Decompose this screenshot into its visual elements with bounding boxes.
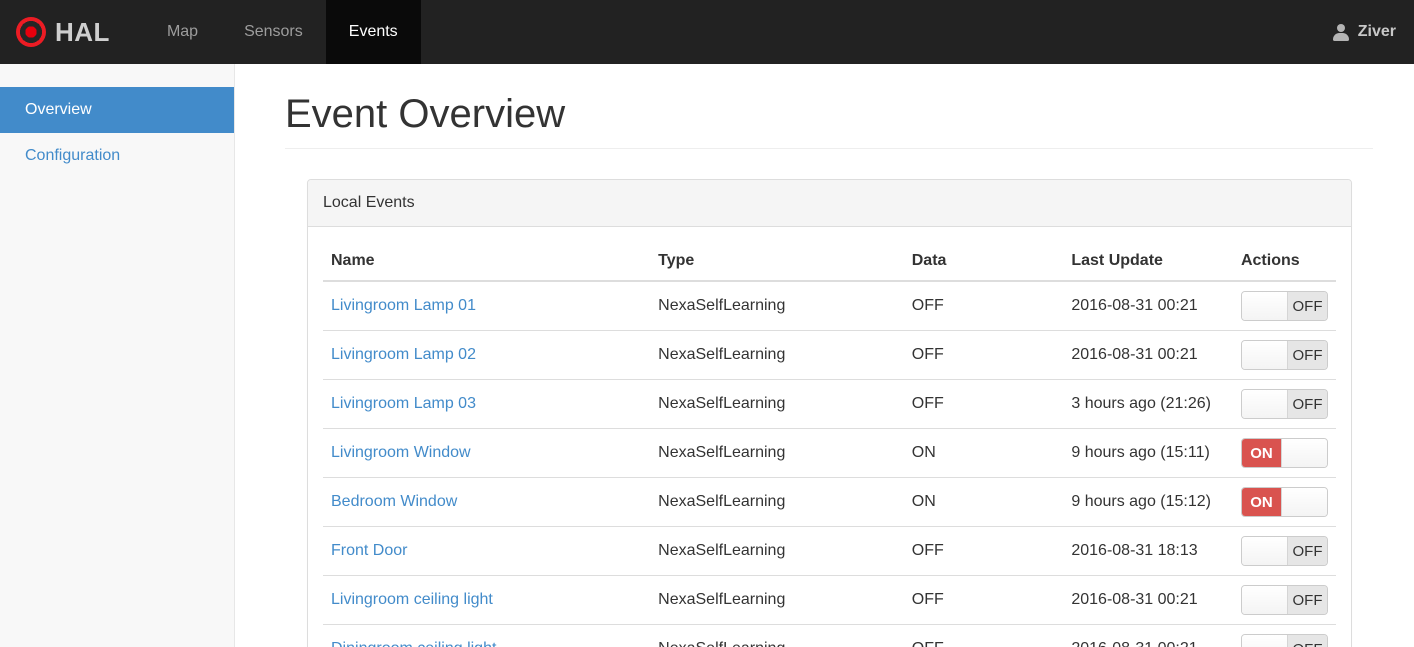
column-header-name: Name bbox=[323, 242, 651, 282]
event-toggle-switch[interactable]: OFF bbox=[1241, 389, 1328, 419]
event-data: OFF bbox=[903, 280, 1064, 331]
table-row: Livingroom ceiling light NexaSelfLearnin… bbox=[323, 575, 1336, 625]
table-header-row: Name Type Data Last Update Actions bbox=[323, 242, 1336, 282]
nav-item-sensors[interactable]: Sensors bbox=[221, 0, 326, 64]
event-name-link[interactable]: Livingroom Window bbox=[331, 444, 471, 461]
switch-handle[interactable] bbox=[1281, 439, 1327, 467]
event-last-update: 2016-08-31 00:21 bbox=[1063, 575, 1233, 625]
switch-state-label: OFF bbox=[1288, 635, 1327, 647]
brand[interactable]: HAL bbox=[0, 0, 128, 64]
event-type: NexaSelfLearning bbox=[650, 379, 904, 429]
column-header-type: Type bbox=[650, 242, 904, 282]
table-row: Livingroom Lamp 02 NexaSelfLearning OFF … bbox=[323, 330, 1336, 380]
column-header-actions: Actions bbox=[1232, 242, 1336, 282]
event-toggle-switch[interactable]: OFF bbox=[1241, 585, 1328, 615]
top-navbar: HAL Map Sensors Events Ziver bbox=[0, 0, 1414, 64]
event-toggle-switch[interactable]: ON bbox=[1241, 438, 1328, 468]
page-title: Event Overview bbox=[285, 92, 566, 136]
event-last-update: 9 hours ago (15:12) bbox=[1063, 477, 1233, 527]
person-icon bbox=[1333, 23, 1350, 41]
event-data: OFF bbox=[903, 526, 1064, 576]
switch-state-label: OFF bbox=[1288, 292, 1327, 320]
event-name-link[interactable]: Livingroom Lamp 03 bbox=[331, 395, 476, 412]
event-toggle-switch[interactable]: OFF bbox=[1241, 340, 1328, 370]
event-name-link[interactable]: Bedroom Window bbox=[331, 493, 457, 510]
switch-state-label: OFF bbox=[1288, 341, 1327, 369]
event-data: OFF bbox=[903, 624, 1064, 647]
event-data: ON bbox=[903, 428, 1064, 478]
event-toggle-switch[interactable]: OFF bbox=[1241, 291, 1328, 321]
switch-handle[interactable] bbox=[1242, 537, 1288, 565]
switch-handle[interactable] bbox=[1242, 390, 1288, 418]
sidebar-item-overview[interactable]: Overview bbox=[0, 87, 234, 133]
table-row: Livingroom Lamp 03 NexaSelfLearning OFF … bbox=[323, 379, 1336, 429]
panel-title: Local Events bbox=[308, 180, 1351, 227]
event-last-update: 2016-08-31 00:21 bbox=[1063, 280, 1233, 331]
event-name-link[interactable]: Livingroom Lamp 02 bbox=[331, 346, 476, 363]
column-header-last-update: Last Update bbox=[1063, 242, 1233, 282]
main-nav: Map Sensors Events bbox=[144, 0, 421, 64]
event-name-link[interactable]: Diningroom ceiling light bbox=[331, 640, 496, 647]
event-type: NexaSelfLearning bbox=[650, 526, 904, 576]
local-events-panel: Local Events Name Type Data Last Update … bbox=[307, 179, 1352, 647]
switch-handle[interactable] bbox=[1242, 341, 1288, 369]
event-type: NexaSelfLearning bbox=[650, 575, 904, 625]
event-last-update: 2016-08-31 00:21 bbox=[1063, 330, 1233, 380]
column-header-data: Data bbox=[903, 242, 1064, 282]
event-type: NexaSelfLearning bbox=[650, 477, 904, 527]
brand-label: HAL bbox=[55, 16, 110, 47]
hal-logo-icon bbox=[16, 17, 46, 47]
page-header: Event Overview bbox=[285, 90, 1373, 149]
event-name-link[interactable]: Front Door bbox=[331, 542, 407, 559]
event-name-link[interactable]: Livingroom ceiling light bbox=[331, 591, 493, 608]
switch-state-label: OFF bbox=[1288, 586, 1327, 614]
table-row: Livingroom Lamp 01 NexaSelfLearning OFF … bbox=[323, 280, 1336, 331]
switch-state-label: ON bbox=[1242, 488, 1281, 516]
event-data: OFF bbox=[903, 575, 1064, 625]
event-data: OFF bbox=[903, 379, 1064, 429]
event-type: NexaSelfLearning bbox=[650, 330, 904, 380]
switch-state-label: ON bbox=[1242, 439, 1281, 467]
event-last-update: 9 hours ago (15:11) bbox=[1063, 428, 1233, 478]
sidebar-item-configuration[interactable]: Configuration bbox=[0, 133, 234, 179]
table-row: Diningroom ceiling light NexaSelfLearnin… bbox=[323, 624, 1336, 647]
event-toggle-switch[interactable]: ON bbox=[1241, 487, 1328, 517]
nav-item-events[interactable]: Events bbox=[325, 0, 421, 64]
event-toggle-switch[interactable]: OFF bbox=[1241, 634, 1328, 647]
switch-handle[interactable] bbox=[1242, 586, 1288, 614]
table-row: Bedroom Window NexaSelfLearning ON 9 hou… bbox=[323, 477, 1336, 527]
event-last-update: 2016-08-31 00:21 bbox=[1063, 624, 1233, 647]
switch-handle[interactable] bbox=[1242, 635, 1288, 647]
event-name-link[interactable]: Livingroom Lamp 01 bbox=[331, 297, 476, 314]
main-content: Event Overview Local Events Name Type Da… bbox=[235, 64, 1414, 647]
switch-handle[interactable] bbox=[1242, 292, 1288, 320]
table-row: Livingroom Window NexaSelfLearning ON 9 … bbox=[323, 428, 1336, 478]
panel-body: Name Type Data Last Update Actions Livin… bbox=[308, 227, 1351, 647]
event-type: NexaSelfLearning bbox=[650, 280, 904, 331]
event-last-update: 3 hours ago (21:26) bbox=[1063, 379, 1233, 429]
events-table: Name Type Data Last Update Actions Livin… bbox=[323, 242, 1336, 647]
event-data: OFF bbox=[903, 330, 1064, 380]
event-type: NexaSelfLearning bbox=[650, 624, 904, 647]
table-row: Front Door NexaSelfLearning OFF 2016-08-… bbox=[323, 526, 1336, 576]
sidebar: Overview Configuration bbox=[0, 64, 235, 647]
switch-state-label: OFF bbox=[1288, 390, 1327, 418]
nav-item-map[interactable]: Map bbox=[144, 0, 221, 64]
event-last-update: 2016-08-31 18:13 bbox=[1063, 526, 1233, 576]
switch-handle[interactable] bbox=[1281, 488, 1327, 516]
event-toggle-switch[interactable]: OFF bbox=[1241, 536, 1328, 566]
event-type: NexaSelfLearning bbox=[650, 428, 904, 478]
user-menu[interactable]: Ziver bbox=[1333, 0, 1414, 64]
event-data: ON bbox=[903, 477, 1064, 527]
switch-state-label: OFF bbox=[1288, 537, 1327, 565]
user-name: Ziver bbox=[1357, 23, 1396, 40]
